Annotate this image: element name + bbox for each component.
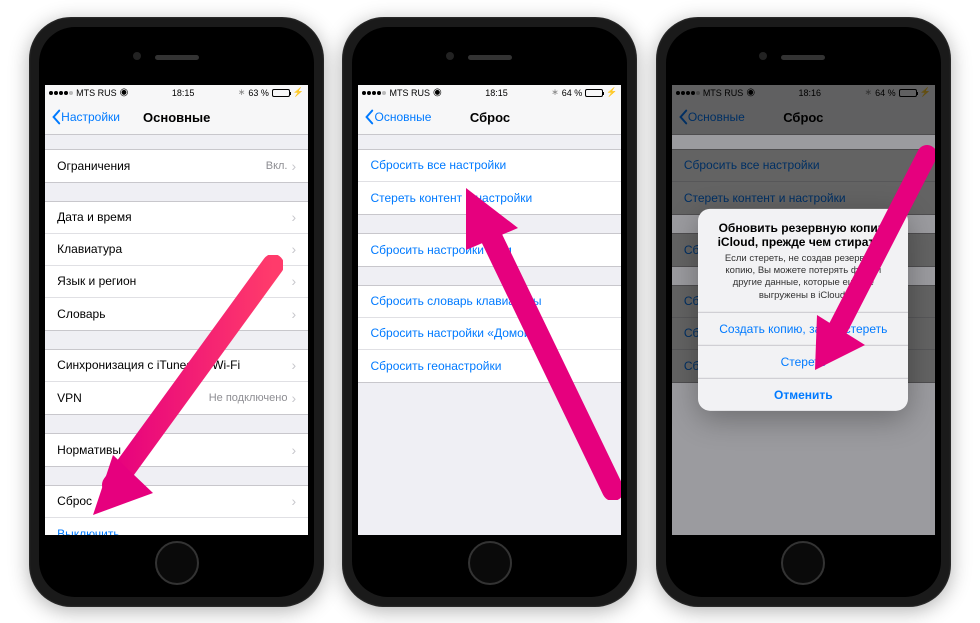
back-button[interactable]: Настройки: [51, 109, 120, 125]
chevron-right-icon: ›: [291, 357, 296, 373]
row-label: Язык и регион: [57, 274, 136, 288]
charging-icon: ⚡: [293, 87, 304, 98]
speaker-slot: [781, 55, 825, 60]
chevron-left-icon: [364, 109, 374, 125]
wifi-icon: ◉: [433, 87, 442, 98]
nav-bar: Настройки Основные: [45, 101, 308, 135]
row-shutdown[interactable]: Выключить: [45, 518, 308, 535]
row-restrictions[interactable]: Ограничения Вкл.›: [45, 150, 308, 182]
front-camera: [133, 52, 141, 60]
alert-message: Если стереть, не создав резервную копию,…: [710, 252, 896, 301]
row-vpn[interactable]: VPN Не подключено›: [45, 382, 308, 414]
nav-title: Сброс: [470, 110, 510, 125]
alert-backup-then-erase-button[interactable]: Создать копию, затем стереть: [698, 312, 908, 345]
row-reset-network[interactable]: Сбросить настройки сети: [358, 234, 621, 266]
row-label: Стереть контент и настройки: [370, 191, 532, 205]
row-label: Нормативы: [57, 443, 121, 457]
row-label: VPN: [57, 391, 82, 405]
row-reset-keyboard-dict[interactable]: Сбросить словарь клавиатуры: [358, 286, 621, 318]
screen-3: MTS RUS ◉ 18:16 ∗ 64 % ⚡ Основные Сброс: [672, 85, 935, 535]
bluetooth-icon: ∗: [238, 87, 246, 98]
wifi-icon: ◉: [120, 87, 129, 98]
row-reset-home[interactable]: Сбросить настройки «Домой»: [358, 318, 621, 350]
alert-dialog: Обновить резервную копию iCloud, прежде …: [698, 208, 908, 410]
reset-list: Сбросить все настройки Стереть контент и…: [358, 135, 621, 383]
clock: 18:15: [172, 88, 195, 98]
battery-icon: [585, 89, 603, 97]
front-camera: [446, 52, 454, 60]
row-label: Сброс: [57, 494, 92, 508]
signal-icon: [362, 91, 386, 95]
battery-pct: 63 %: [248, 88, 269, 98]
alert-erase-button[interactable]: Стереть: [698, 345, 908, 378]
row-label: Дата и время: [57, 210, 131, 224]
row-label: Сбросить словарь клавиатуры: [370, 294, 541, 308]
row-label: Словарь: [57, 307, 105, 321]
home-button[interactable]: [781, 541, 825, 585]
row-language[interactable]: Язык и регион ›: [45, 266, 308, 298]
row-reset-all-settings[interactable]: Сбросить все настройки: [358, 150, 621, 182]
battery-icon: [272, 89, 290, 97]
back-label: Основные: [374, 110, 431, 124]
row-label: Клавиатура: [57, 242, 122, 256]
row-label: Ограничения: [57, 159, 130, 173]
back-label: Настройки: [61, 110, 120, 124]
home-button[interactable]: [468, 541, 512, 585]
signal-icon: [49, 91, 73, 95]
status-bar: MTS RUS ◉ 18:15 ∗ 63 % ⚡: [45, 85, 308, 101]
chevron-right-icon: ›: [291, 390, 296, 406]
chevron-right-icon: ›: [291, 241, 296, 257]
chevron-left-icon: [51, 109, 61, 125]
row-reset-location[interactable]: Сбросить геонастройки: [358, 350, 621, 382]
alert-cancel-button[interactable]: Отменить: [698, 378, 908, 411]
screen-2: MTS RUS ◉ 18:15 ∗ 64 % ⚡ Основные Сброс: [358, 85, 621, 535]
screen-1: MTS RUS ◉ 18:15 ∗ 63 % ⚡ Настройки Основ…: [45, 85, 308, 535]
chevron-right-icon: ›: [291, 306, 296, 322]
row-value: Не подключено: [209, 392, 288, 404]
chevron-right-icon: ›: [291, 442, 296, 458]
row-regulatory[interactable]: Нормативы ›: [45, 434, 308, 466]
row-label: Синхронизация с iTunes по Wi-Fi: [57, 358, 240, 372]
chevron-right-icon: ›: [291, 209, 296, 225]
row-label: Сбросить настройки «Домой»: [370, 326, 537, 340]
carrier-label: MTS RUS: [389, 88, 430, 98]
battery-pct: 64 %: [562, 88, 583, 98]
clock: 18:15: [485, 88, 508, 98]
row-label: Сбросить настройки сети: [370, 243, 511, 257]
charging-icon: ⚡: [606, 87, 617, 98]
row-label: Сбросить все настройки: [370, 158, 506, 172]
back-button[interactable]: Основные: [364, 109, 431, 125]
alert-title: Обновить резервную копию iCloud, прежде …: [710, 220, 896, 248]
chevron-right-icon: ›: [291, 493, 296, 509]
front-camera: [759, 52, 767, 60]
row-label: Сбросить геонастройки: [370, 359, 501, 373]
chevron-right-icon: ›: [291, 273, 296, 289]
row-dictionary[interactable]: Словарь ›: [45, 298, 308, 330]
bluetooth-icon: ∗: [551, 87, 559, 98]
row-erase-all-content[interactable]: Стереть контент и настройки: [358, 182, 621, 214]
chevron-right-icon: ›: [291, 158, 296, 174]
nav-bar: Основные Сброс: [358, 101, 621, 135]
row-reset[interactable]: Сброс ›: [45, 486, 308, 518]
nav-title: Основные: [143, 110, 210, 125]
phone-frame-3: MTS RUS ◉ 18:16 ∗ 64 % ⚡ Основные Сброс: [656, 17, 951, 607]
row-datetime[interactable]: Дата и время ›: [45, 202, 308, 234]
phone-frame-1: MTS RUS ◉ 18:15 ∗ 63 % ⚡ Настройки Основ…: [29, 17, 324, 607]
row-label: Выключить: [57, 527, 119, 535]
settings-list: Ограничения Вкл.› Дата и время› Клавиату…: [45, 135, 308, 535]
row-itunes-sync[interactable]: Синхронизация с iTunes по Wi-Fi ›: [45, 350, 308, 382]
row-value: Вкл.: [266, 160, 288, 172]
speaker-slot: [155, 55, 199, 60]
row-keyboard[interactable]: Клавиатура ›: [45, 234, 308, 266]
home-button[interactable]: [155, 541, 199, 585]
speaker-slot: [468, 55, 512, 60]
carrier-label: MTS RUS: [76, 88, 117, 98]
phone-frame-2: MTS RUS ◉ 18:15 ∗ 64 % ⚡ Основные Сброс: [342, 17, 637, 607]
status-bar: MTS RUS ◉ 18:15 ∗ 64 % ⚡: [358, 85, 621, 101]
